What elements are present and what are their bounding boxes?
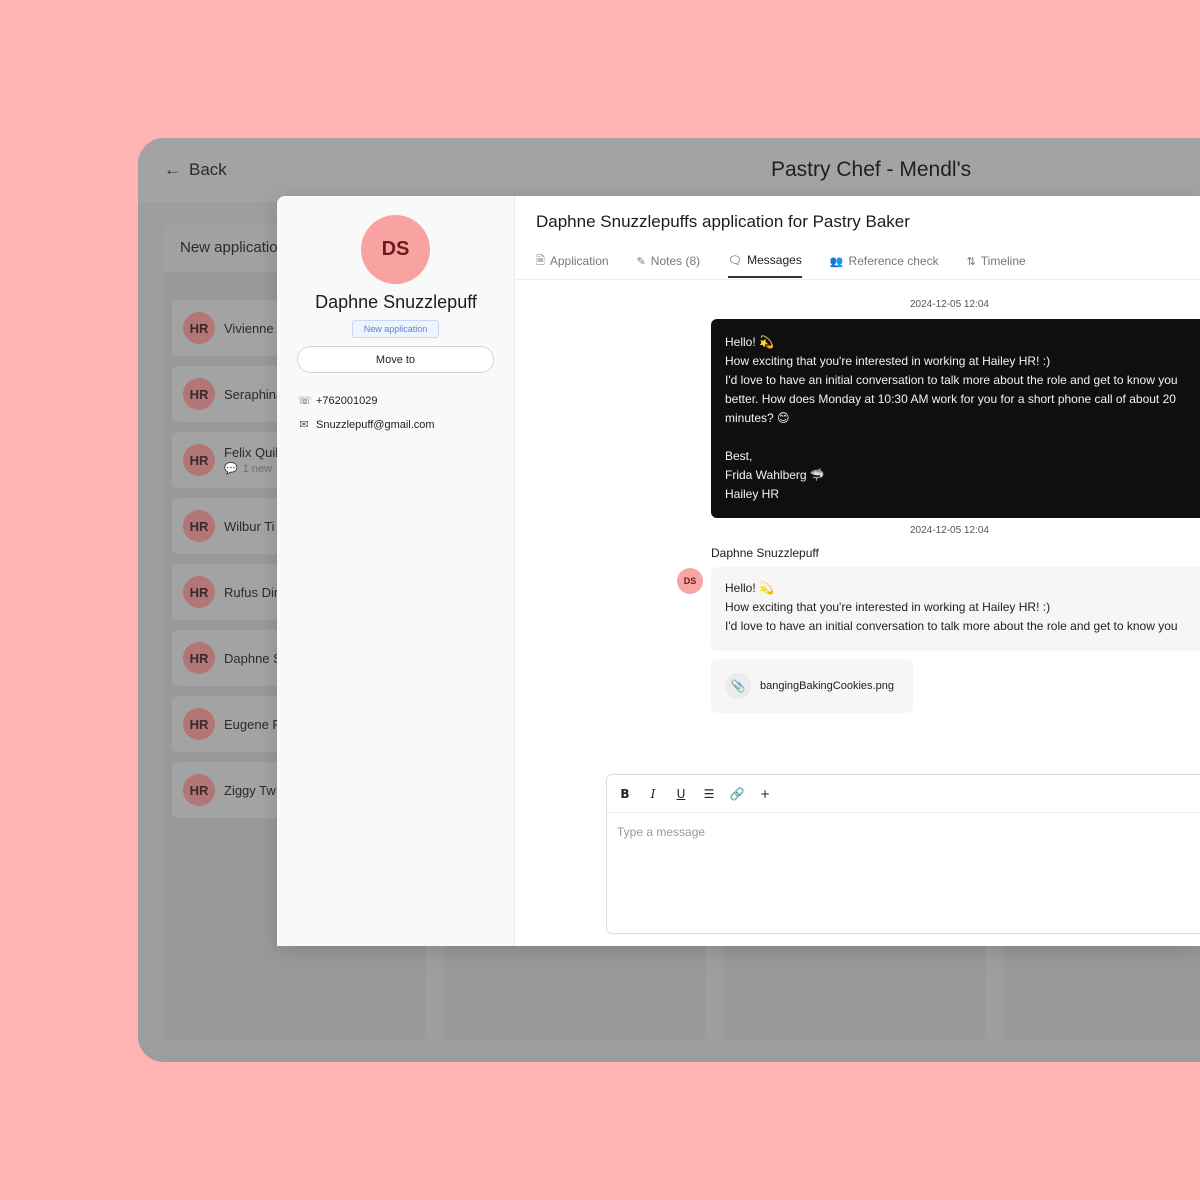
candidate-name: Daphne S [224,650,282,666]
candidate-name: Rufus Dir [224,584,279,600]
window-title: Pastry Chef - Mendl's [771,158,972,181]
avatar: HR [183,774,215,806]
tab-label: Messages [747,253,802,267]
avatar: HR [183,576,215,608]
content-panel: Daphne Snuzzlepuffs application for Past… [515,196,1200,946]
application-title: Daphne Snuzzlepuffs application for Past… [536,212,910,231]
incoming-message: Hello! 💫 How exciting that you're intere… [711,567,1200,651]
profile-avatar: DS [361,215,430,284]
paperclip-icon: 📎 [725,673,751,699]
avatar: HR [183,444,215,476]
back-label: Back [189,160,227,179]
attach-icon[interactable]: 🔗 [729,784,745,804]
comment-icon: 💬 [224,463,238,475]
new-count: 1 new [242,462,273,475]
chat-icon: 🗨 [728,254,743,267]
attachment-file[interactable]: 📎 bangingBakingCookies.png [711,659,913,713]
profile-panel: DS Daphne Snuzzlepuff New application Mo… [277,196,515,946]
incoming-message-line: How exciting that you're interested in w… [725,600,1051,614]
editor-toolbar: B I U ☰ 🔗 + [607,775,1200,813]
plus-icon[interactable]: + [757,784,773,804]
email-row: ✉ Snuzzlepuff@gmail.com [298,418,435,432]
candidate-name: Eugene F [224,716,281,732]
candidate-name: Ziggy Tw [224,782,276,798]
arrow-left-icon: ← [164,160,181,179]
avatar: HR [183,708,215,740]
envelope-icon: ✉ [299,419,309,431]
application-modal: DS Daphne Snuzzlepuff New application Mo… [277,196,1200,946]
attachment-filename: bangingBakingCookies.png [760,680,894,692]
avatar: HR [183,642,215,674]
email-address: Snuzzlepuff@gmail.com [316,418,435,431]
tab-application[interactable]: 🗎 Application [536,252,609,278]
underline-icon[interactable]: U [673,784,689,804]
avatar: HR [183,312,215,344]
bold-icon[interactable]: B [617,784,633,804]
tab-bar: 🗎 Application ✎ Notes (8) 🗨 Messages 👥 R… [536,252,1026,278]
tab-reference-check[interactable]: 👥 Reference check [830,252,939,278]
profile-name: Daphne Snuzzlepuff [315,292,477,312]
status-badge: New application [352,320,439,338]
tab-messages[interactable]: 🗨 Messages [728,252,802,278]
outgoing-message: Hello! 💫 How exciting that you're intere… [711,319,1200,518]
tabs-divider [515,279,1200,280]
pencil-icon: ✎ [636,255,646,268]
message-editor: B I U ☰ 🔗 + [606,774,1200,934]
avatar: HR [183,378,215,410]
sender-name: Daphne Snuzzlepuff [711,546,819,560]
candidate-name: Vivienne [224,320,274,336]
timeline-icon: ⇅ [966,255,976,268]
italic-icon[interactable]: I [645,784,661,804]
top-bar: ← Back Pastry Chef - Mendl's [138,138,1200,202]
message-input[interactable] [607,813,1200,933]
candidate-name: Felix Quill [224,445,282,460]
incoming-message-line: I'd love to have an initial conversation… [725,619,1178,633]
tab-label: Timeline [980,254,1026,268]
document-icon: 🗎 [536,254,545,267]
tab-timeline[interactable]: ⇅ Timeline [967,252,1026,278]
tab-label: Notes (8) [650,254,701,268]
avatar: HR [183,510,215,542]
message-timestamp: 2024-12-05 12:04 [910,525,989,536]
people-icon: 👥 [829,255,844,268]
back-button[interactable]: ← Back [164,160,227,180]
bullet-list-icon[interactable]: ☰ [701,784,717,804]
candidate-name: Seraphina [224,386,284,402]
tab-label: Application [549,254,609,268]
sender-avatar: DS [677,568,703,594]
new-message-indicator: 💬 1 new [224,462,281,476]
message-timestamp: 2024-12-05 12:04 [910,299,989,310]
outgoing-message-text: Hello! 💫 How exciting that you're intere… [725,335,1178,501]
phone-number: +762001029 [316,394,378,407]
move-to-button[interactable]: Move to [297,346,494,373]
candidate-name: Wilbur Ti [224,518,275,534]
phone-row: ☏ +762001029 [298,394,378,408]
phone-icon: ☏ [298,395,312,407]
tab-label: Reference check [848,254,939,268]
tab-notes[interactable]: ✎ Notes (8) [637,252,701,278]
incoming-message-line: Hello! 💫 [725,581,774,595]
